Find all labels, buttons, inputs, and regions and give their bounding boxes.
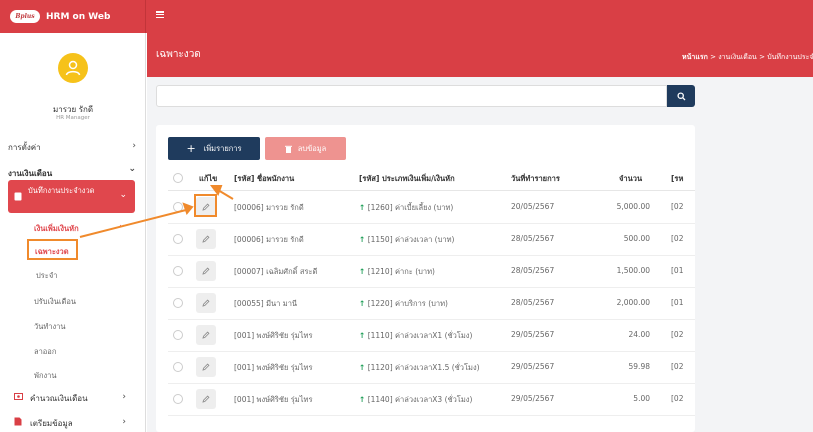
annotation-arrows bbox=[79, 185, 234, 238]
